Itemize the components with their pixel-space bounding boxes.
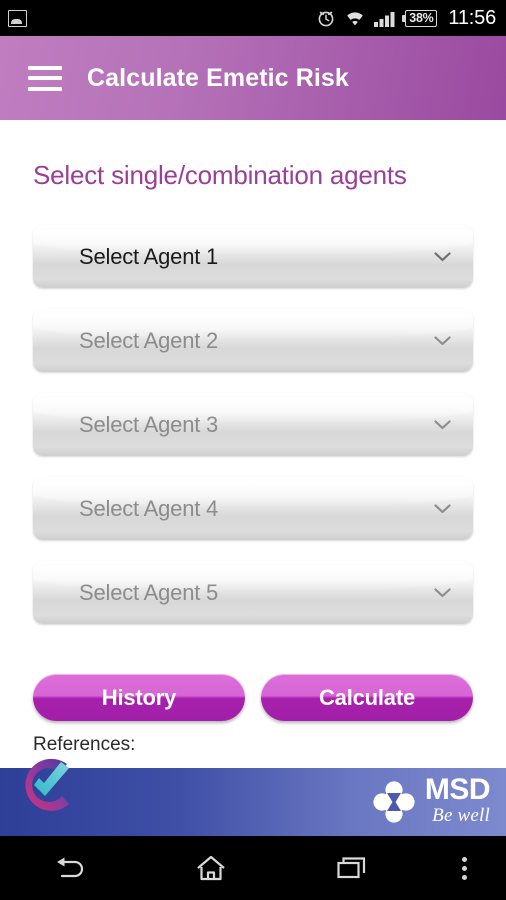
agent-5-dropdown-label: Select Agent 5 [79,579,219,605]
msd-logo-lockup: MSD Be well [373,772,491,828]
msd-banner[interactable]: MSD Be well [0,768,506,836]
msd-tagline: Be well [432,805,490,827]
msd-wordmark: MSD Be well [424,772,491,828]
agent-5-dropdown[interactable]: Select Agent 5 [33,561,473,624]
agent-1-dropdown-label: Select Agent 1 [79,243,219,269]
app-screen: 38% 11:56 Calculate Emetic Risk Select s… [0,0,506,900]
section-heading: Select single/combination agents [33,160,407,190]
hamburger-menu-icon[interactable] [28,65,62,91]
status-time: 11:56 [448,7,496,29]
agent-1-dropdown[interactable]: Select Agent 1 [33,225,473,288]
chevron-down-icon [434,419,451,430]
app-bar: Calculate Emetic Risk [0,36,506,120]
action-button-row: History Calculate [33,674,473,721]
battery-icon: 38% [402,9,438,27]
chevron-down-icon [434,335,451,346]
agent-4-dropdown-label: Select Agent 4 [79,495,219,521]
references-label: References: [33,734,136,755]
main-content: Select single/combination agents Select … [0,120,506,760]
chevron-down-icon [434,251,451,262]
battery-percent-label: 38% [409,10,434,25]
msd-brand-name: MSD [424,772,491,806]
agent-2-dropdown-label: Select Agent 2 [79,327,219,353]
agent-3-dropdown-label: Select Agent 3 [79,411,219,437]
alarm-clock-icon [316,8,336,28]
wifi-icon [345,10,365,27]
recent-apps-icon[interactable] [281,836,422,900]
back-arrow-icon[interactable] [0,836,141,900]
agent-4-dropdown[interactable]: Select Agent 4 [33,477,473,540]
agent-3-dropdown[interactable]: Select Agent 3 [33,393,473,456]
agent-dropdown-list: Select Agent 1 Select Agent 2 Select Age… [33,225,473,624]
calculate-button[interactable]: Calculate [261,674,473,721]
agent-2-dropdown[interactable]: Select Agent 2 [33,309,473,372]
msd-clover-logo-icon [373,781,415,823]
chevron-down-icon [434,503,451,514]
chevron-down-icon [434,587,451,598]
gallery-icon [8,9,27,27]
signal-bars-icon [374,10,396,27]
history-button[interactable]: History [33,674,245,721]
android-nav-bar [0,836,506,900]
status-bar-left [8,9,27,27]
page-title: Calculate Emetic Risk [87,63,349,92]
overflow-menu-icon[interactable] [422,836,506,900]
status-bar: 38% 11:56 [0,0,506,36]
status-bar-right: 38% 11:56 [316,8,496,28]
home-icon[interactable] [141,836,282,900]
